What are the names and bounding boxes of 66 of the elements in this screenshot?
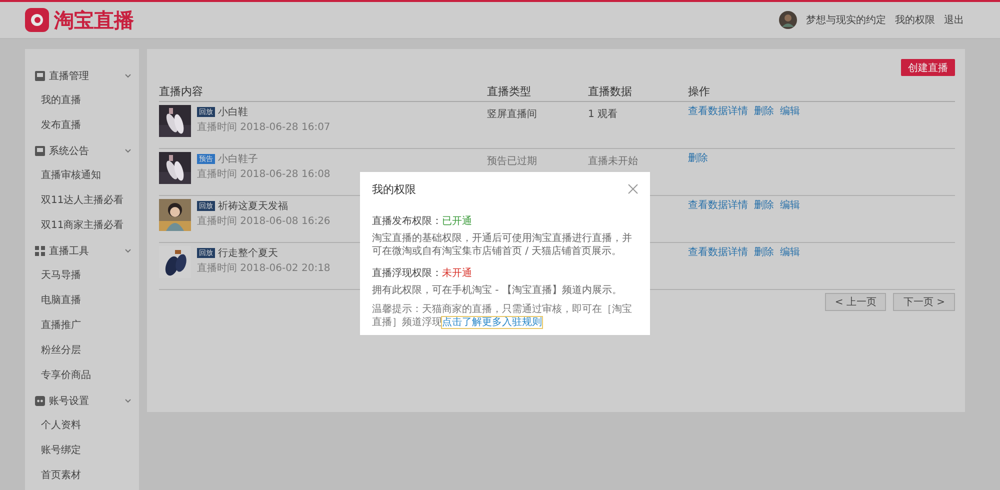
avatar <box>779 11 797 29</box>
action-link[interactable]: 删除 <box>754 106 774 118</box>
menu-item[interactable]: 发布直播 <box>25 113 139 138</box>
action-link[interactable]: 删除 <box>688 153 708 165</box>
column-header: 直播类型 <box>487 84 532 99</box>
column-header: 操作 <box>688 84 711 99</box>
table-cell: 预告已过期 <box>487 156 537 167</box>
tip-text: 温馨提示：天猫商家的直播，只需通过审核，即可在［淘宝直播］频道浮现点击了解更多入驻规则 <box>372 303 633 329</box>
menu-group[interactable]: 直播管理 <box>25 63 139 88</box>
close-icon[interactable] <box>628 184 638 194</box>
action-link[interactable]: 查看数据详情 <box>688 247 748 259</box>
live-title: 小白鞋子 <box>218 152 258 166</box>
menu-item[interactable]: 电脑直播 <box>25 288 139 313</box>
menu-item[interactable]: 双11商家主播必看 <box>25 213 139 238</box>
action-link[interactable]: 删除 <box>754 200 774 212</box>
header-link[interactable]: 退出 <box>944 13 964 27</box>
menu-item[interactable]: 粉丝分层 <box>25 338 139 363</box>
live-time: 直播时间 2018-06-02 20:18 <box>197 262 330 275</box>
permission-description: 拥有此权限，可在手机淘宝 - 【淘宝直播】频道内展示。 <box>372 284 623 297</box>
live-title: 祈祷这夏天发福 <box>218 200 288 213</box>
logo-icon <box>25 8 49 32</box>
monitor-icon <box>35 70 45 80</box>
menu-item[interactable]: 专享价商品 <box>25 363 139 388</box>
menu-item[interactable]: 天马导播 <box>25 263 139 288</box>
action-link[interactable]: 查看数据详情 <box>688 106 748 118</box>
rules-link[interactable]: 点击了解更多入驻规则 <box>442 317 542 328</box>
next-page-button[interactable]: 下一页 > <box>893 293 955 311</box>
permission-status: 已开通 <box>442 214 472 228</box>
permission-description: 淘宝直播的基础权限，开通后可使用淘宝直播进行直播，并可在微淘或自有淘宝集市店铺首页 / 天猫店铺首页展示。 <box>372 232 633 258</box>
menu-item[interactable]: 直播审核通知 <box>25 163 139 188</box>
live-title: 小白鞋 <box>218 106 248 119</box>
column-header: 直播数据 <box>588 84 633 99</box>
account-icon <box>35 396 45 406</box>
menu-group[interactable]: 直播工具 <box>25 238 139 263</box>
create-button[interactable]: 创建直播 <box>901 59 955 76</box>
column-header: 直播内容 <box>159 84 204 99</box>
table-cell: 1 观看 <box>588 109 618 120</box>
permission-label: 直播发布权限： <box>372 214 442 228</box>
table-cell: 竖屏直播间 <box>487 109 537 120</box>
permission-label: 直播浮现权限： <box>372 266 442 280</box>
monitor-icon <box>35 146 45 156</box>
action-link[interactable]: 查看数据详情 <box>688 200 748 212</box>
action-link[interactable]: 编辑 <box>780 247 800 259</box>
live-time: 直播时间 2018-06-08 16:26 <box>197 214 330 228</box>
menu-item[interactable]: 双11达人主播必看 <box>25 188 139 213</box>
grid-icon <box>35 246 45 256</box>
action-link[interactable]: 编辑 <box>780 106 800 118</box>
menu-item[interactable]: 首页素材 <box>25 463 139 488</box>
live-time: 直播时间 2018-06-28 16:08 <box>197 168 330 181</box>
menu-group[interactable]: 账号设置 <box>25 388 139 413</box>
action-link[interactable]: 删除 <box>754 247 774 259</box>
live-title: 行走整个夏天 <box>218 246 278 260</box>
logo-text: 淘宝直播 <box>54 6 134 34</box>
menu-item[interactable]: 直播推广 <box>25 313 139 338</box>
action-link[interactable]: 编辑 <box>780 200 800 212</box>
prev-page-button[interactable]: < 上一页 <box>824 293 886 311</box>
table-cell: 直播未开始 <box>588 156 638 167</box>
user-name[interactable]: 梦想与现实的约定 <box>806 13 886 27</box>
menu-item[interactable]: 个人资料 <box>25 413 139 438</box>
menu-item[interactable]: 账号绑定 <box>25 438 139 463</box>
permission-status: 未开通 <box>442 266 472 280</box>
header-link[interactable]: 我的权限 <box>895 13 935 27</box>
live-time: 直播时间 2018-06-28 16:07 <box>197 120 330 134</box>
menu-group[interactable]: 系统公告 <box>25 138 139 163</box>
menu-item[interactable]: 我的直播 <box>25 88 139 113</box>
dialog-title: 我的权限 <box>372 182 416 196</box>
